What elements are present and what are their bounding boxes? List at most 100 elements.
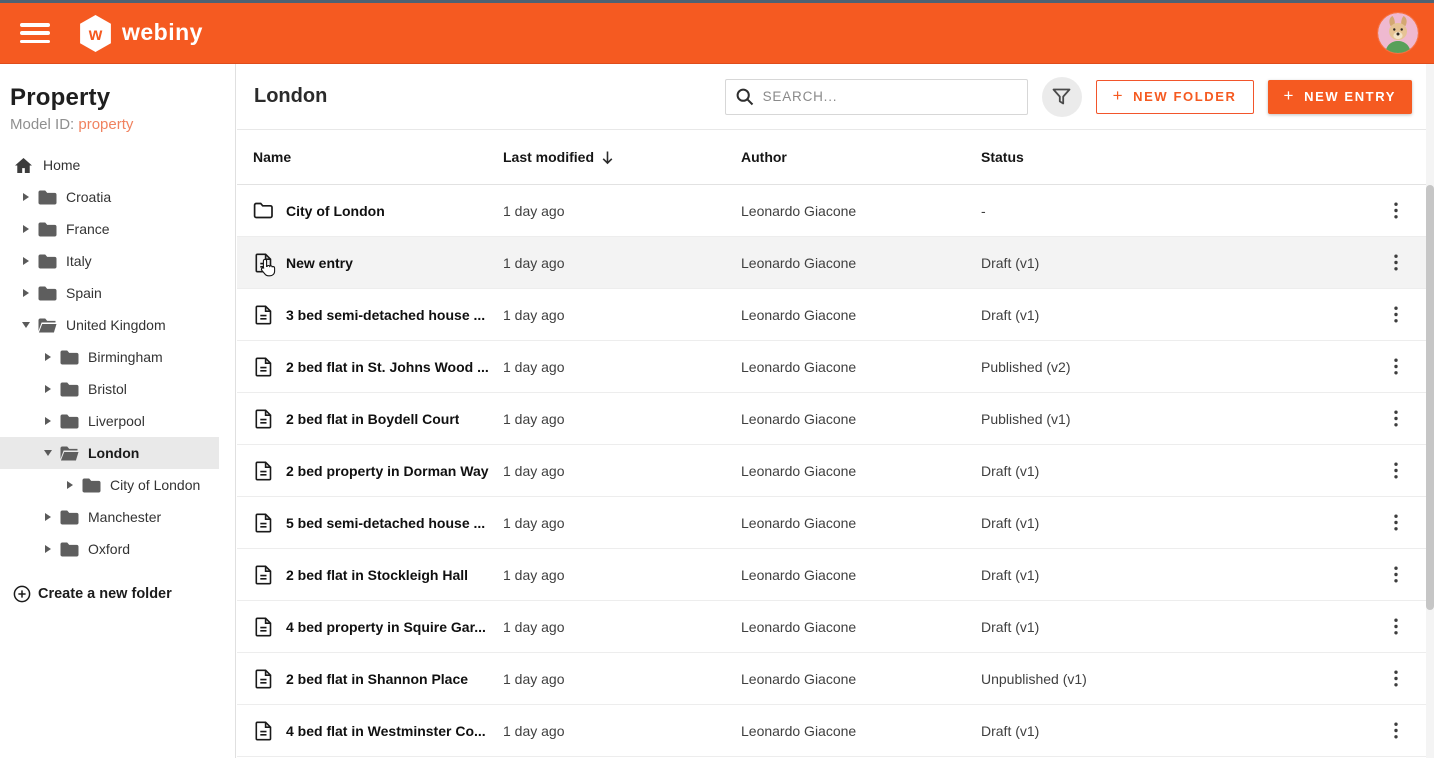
row-menu-button[interactable]	[1384, 195, 1408, 227]
row-menu-button[interactable]	[1384, 611, 1408, 643]
plus-icon: +	[1112, 85, 1125, 105]
sidebar-folder-item[interactable]: Birmingham	[0, 341, 219, 373]
caret-icon[interactable]	[20, 287, 32, 299]
file-icon	[255, 617, 271, 636]
row-author: Leonardo Giacone	[741, 566, 857, 583]
row-menu-button[interactable]	[1384, 507, 1408, 539]
table-row[interactable]: 4 bed property in Squire Gar... 1 day ag…	[237, 601, 1434, 653]
caret-icon[interactable]	[42, 415, 54, 427]
row-type-icon	[253, 513, 273, 533]
sidebar-folder-item[interactable]: Liverpool	[0, 405, 219, 437]
row-menu-button[interactable]	[1384, 455, 1408, 487]
table-row[interactable]: 3 bed semi-detached house ... 1 day ago …	[237, 289, 1434, 341]
row-last-modified: 1 day ago	[503, 202, 565, 219]
row-author: Leonardo Giacone	[741, 358, 857, 375]
table-row[interactable]: 4 bed flat in Westminster Co... 1 day ag…	[237, 705, 1434, 757]
row-name: 5 bed semi-detached house ...	[286, 514, 486, 531]
caret-icon[interactable]	[20, 223, 32, 235]
folder-label: Bristol	[88, 381, 127, 397]
scrollbar-track[interactable]	[1426, 64, 1434, 758]
sidebar-folder-item[interactable]: United Kingdom	[0, 309, 219, 341]
row-menu-button[interactable]	[1384, 351, 1408, 383]
column-header-status[interactable]: Status	[981, 149, 1384, 165]
caret-icon[interactable]	[42, 383, 54, 395]
table-row[interactable]: 5 bed semi-detached house ... 1 day ago …	[237, 497, 1434, 549]
row-menu-button[interactable]	[1384, 403, 1408, 435]
row-menu-button[interactable]	[1384, 715, 1408, 747]
table-row[interactable]: 2 bed property in Dorman Way 1 day ago L…	[237, 445, 1434, 497]
new-folder-button[interactable]: + NEW FOLDER	[1095, 79, 1254, 114]
file-icon	[255, 461, 271, 480]
sidebar-folder-item[interactable]: Manchester	[0, 501, 219, 533]
caret-icon[interactable]	[20, 319, 32, 331]
caret-icon[interactable]	[20, 191, 32, 203]
folder-icon	[37, 285, 58, 302]
sidebar-folder-item[interactable]: Bristol	[0, 373, 219, 405]
caret-icon[interactable]	[42, 447, 54, 459]
row-name: 4 bed property in Squire Gar...	[286, 618, 486, 635]
sidebar-folder-item[interactable]: Spain	[0, 277, 219, 309]
caret-icon[interactable]	[42, 543, 54, 555]
table-row[interactable]: 2 bed flat in Shannon Place 1 day ago Le…	[237, 653, 1434, 705]
filter-button[interactable]	[1041, 76, 1082, 117]
sidebar-folder-item[interactable]: France	[0, 213, 219, 245]
sidebar-item-home[interactable]: Home	[0, 149, 219, 181]
column-header-name[interactable]: Name	[253, 149, 503, 165]
hamburger-menu-icon[interactable]	[20, 23, 50, 43]
create-new-folder-button[interactable]: Create a new folder	[0, 585, 235, 603]
user-avatar[interactable]	[1378, 13, 1418, 53]
folder-label: Manchester	[88, 509, 162, 525]
sidebar-folder-item[interactable]: London	[0, 437, 219, 469]
folder-label: Oxford	[88, 541, 131, 557]
row-author: Leonardo Giacone	[741, 722, 857, 739]
home-label: Home	[43, 157, 81, 173]
filter-funnel-icon	[1052, 88, 1071, 104]
table-row[interactable]: 2 bed flat in St. Johns Wood ... 1 day a…	[237, 341, 1434, 393]
row-status: Published (v1)	[981, 410, 1071, 427]
table-row[interactable]: 2 bed flat in Boydell Court 1 day ago Le…	[237, 393, 1434, 445]
sidebar-folder-item[interactable]: City of London	[0, 469, 219, 501]
name-cell: 5 bed semi-detached house ...	[253, 513, 503, 533]
row-menu-button[interactable]	[1384, 663, 1408, 695]
plus-icon: +	[1283, 85, 1296, 105]
row-menu-button[interactable]	[1384, 299, 1408, 331]
caret-icon[interactable]	[20, 255, 32, 267]
row-author: Leonardo Giacone	[741, 202, 857, 219]
row-last-modified: 1 day ago	[503, 306, 565, 323]
table-row[interactable]: 2 bed flat in Stockleigh Hall 1 day ago …	[237, 549, 1434, 601]
sidebar-folder-item[interactable]: Oxford	[0, 533, 219, 565]
row-menu-button[interactable]	[1384, 247, 1408, 279]
folder-label: Italy	[66, 253, 92, 269]
table-row[interactable]: New entry 1 day ago Leonardo Giacone Dra…	[237, 237, 1434, 289]
new-entry-button[interactable]: + NEW ENTRY	[1267, 79, 1412, 114]
row-last-modified: 1 day ago	[503, 514, 565, 531]
table-row[interactable]: City of London 1 day ago Leonardo Giacon…	[237, 185, 1434, 237]
new-folder-label: NEW FOLDER	[1133, 89, 1237, 104]
webiny-cms-app: w webiny Property Model ID: property Hom…	[0, 0, 1434, 758]
row-author: Leonardo Giacone	[741, 514, 857, 531]
row-status: Draft (v1)	[981, 566, 1040, 583]
row-menu-button[interactable]	[1384, 559, 1408, 591]
row-last-modified: 1 day ago	[503, 566, 565, 583]
column-header-last-modified[interactable]: Last modified	[503, 149, 741, 165]
folder-icon	[59, 445, 80, 462]
caret-icon[interactable]	[42, 511, 54, 523]
scrollbar-thumb[interactable]	[1426, 185, 1434, 610]
caret-icon[interactable]	[64, 479, 76, 491]
table-header: Name Last modified Author Status	[237, 130, 1434, 185]
row-name: 3 bed semi-detached house ...	[286, 306, 486, 323]
row-status: Draft (v1)	[981, 618, 1040, 635]
sidebar-folder-item[interactable]: Italy	[0, 245, 219, 277]
dog-avatar-image	[1378, 13, 1418, 53]
row-author: Leonardo Giacone	[741, 306, 857, 323]
sidebar-folder-item[interactable]: Croatia	[0, 181, 219, 213]
column-header-author[interactable]: Author	[741, 149, 981, 165]
search-input[interactable]	[724, 78, 1028, 115]
caret-icon[interactable]	[42, 351, 54, 363]
row-last-modified: 1 day ago	[503, 670, 565, 687]
webiny-logo[interactable]: w webiny	[78, 14, 203, 53]
row-name: City of London	[286, 202, 385, 219]
row-type-icon	[253, 565, 273, 585]
row-name: 2 bed property in Dorman Way	[286, 462, 489, 479]
folder-label: Croatia	[66, 189, 112, 205]
